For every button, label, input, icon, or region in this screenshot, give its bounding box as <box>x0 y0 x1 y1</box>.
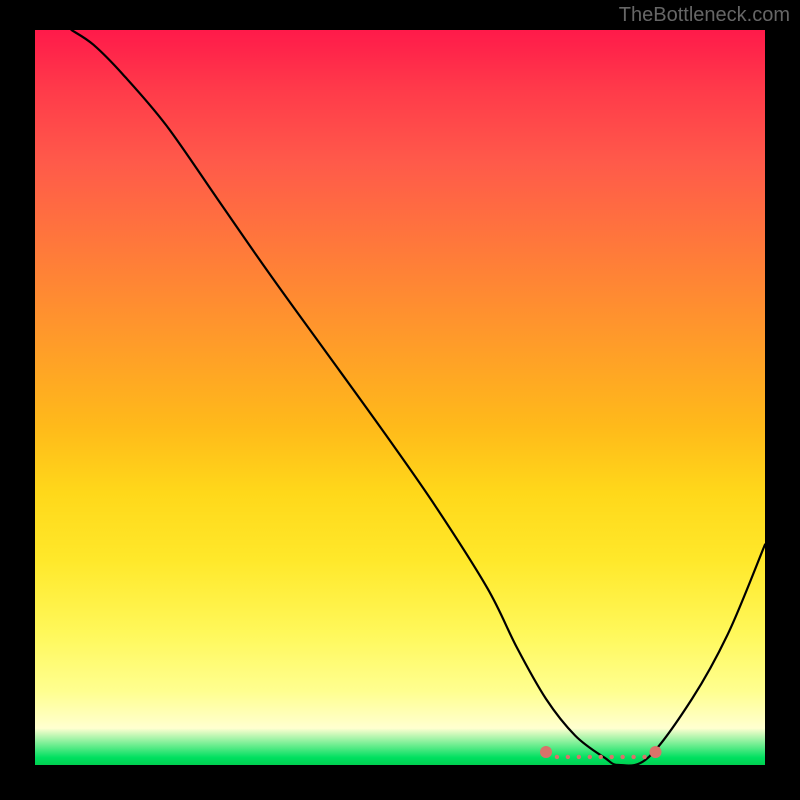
marker-dot <box>555 755 559 759</box>
marker-dot <box>642 755 646 759</box>
marker-dot <box>540 746 552 758</box>
plot-area <box>35 30 765 765</box>
curve-path <box>72 30 766 765</box>
marker-dot <box>566 755 570 759</box>
marker-dot <box>577 755 581 759</box>
marker-dot <box>599 755 603 759</box>
marker-dot <box>631 755 635 759</box>
marker-dot <box>610 755 614 759</box>
min-markers <box>540 746 662 759</box>
marker-dot <box>650 746 662 758</box>
marker-dot <box>588 755 592 759</box>
marker-dot <box>620 755 624 759</box>
bottleneck-curve-svg <box>35 30 765 765</box>
watermark-text: TheBottleneck.com <box>619 4 790 27</box>
